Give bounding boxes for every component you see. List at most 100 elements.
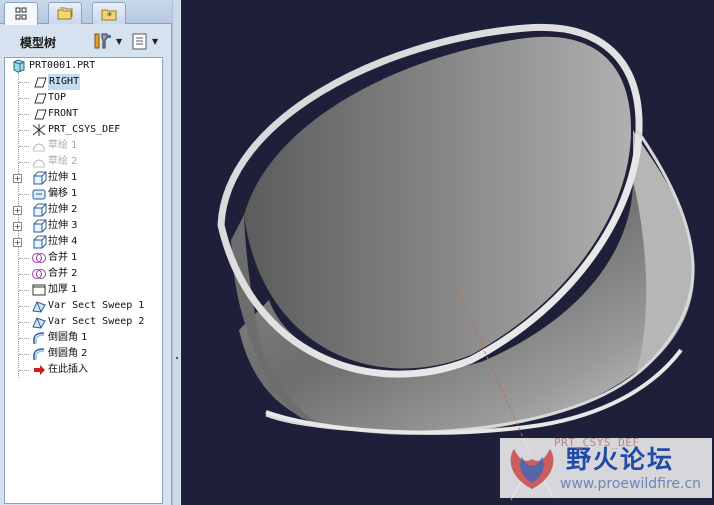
tree-item-label: 倒圆角 1 [48,332,88,343]
tree-item-label: 草绘 2 [48,156,78,167]
tree-item-label: 加厚 1 [48,284,78,295]
tree-connector [19,146,29,147]
csys-icon [32,124,46,136]
model-tree-panel: * 模型树 ▼ ▼ PRT0001.PRT RIGHT TOP FRONT PR… [0,0,172,505]
tree-item-label: TOP [48,92,67,103]
tree-connector [19,98,29,99]
tree-item[interactable]: Var Sect Sweep 2 [5,314,162,330]
tree-connector [19,338,29,339]
model-tree-title: 模型树 [20,36,57,50]
tree-item[interactable]: RIGHT [5,74,162,90]
tree-item-label: 合并 2 [48,268,78,279]
show-options-button[interactable]: ▼ [130,30,158,52]
sketch-icon [32,143,46,152]
tree-item[interactable]: Var Sect Sweep 1 [5,298,162,314]
model-tree: PRT0001.PRT RIGHT TOP FRONT PRT_CSYS_DEF 草绘 … [4,57,163,504]
tree-item[interactable]: + 拉伸 2 [5,202,162,218]
graphics-viewport[interactable]: 野火论坛 www.proewildfire.cn PRT_CSYS_DEF [181,0,714,505]
tree-item[interactable]: 在此插入 [5,362,162,378]
tree-item[interactable]: PRT_CSYS_DEF [5,122,162,138]
var-sect-sweep-icon [32,317,46,329]
watermark-url: www.proewildfire.cn [560,476,702,492]
navigator-tabbar: * [0,0,172,25]
tree-connector [19,354,29,355]
svg-text:*: * [107,11,112,22]
tree-item[interactable]: 合并 1 [5,250,162,266]
thicken-icon [32,284,46,296]
tree-settings-button[interactable]: ▼ [92,30,122,52]
chevron-down-icon: ▼ [116,36,123,46]
extrude-icon [33,171,47,185]
tree-item[interactable]: 合并 2 [5,266,162,282]
list-settings-icon [132,33,147,50]
tree-item[interactable]: 倒圆角 2 [5,346,162,362]
tree-item[interactable]: FRONT [5,106,162,122]
tree-item-label: 倒圆角 2 [48,348,88,359]
folder-browser-tab[interactable] [48,2,82,24]
insert-here-arrow-icon [34,365,45,375]
extrude-icon [33,203,47,217]
round-icon [33,348,45,360]
expand-toggle[interactable]: + [13,206,22,215]
expand-toggle[interactable]: + [13,222,22,231]
tree-connector [19,114,29,115]
tree-item-label: PRT_CSYS_DEF [48,124,121,135]
favorites-tab[interactable]: * [92,2,126,24]
star-folder-icon: * [101,9,117,22]
datum-plane-icon [34,109,47,120]
part-icon [13,59,25,73]
tree-connector [19,258,29,259]
tree-item-label: 在此插入 [48,364,88,375]
tree-connector [19,322,29,323]
chevron-down-icon: ▼ [152,36,159,46]
tree-connector [19,306,29,307]
tree-item-label: RIGHT [48,74,81,90]
panel-splitter[interactable] [172,0,180,505]
mobius-band-model[interactable] [181,0,714,505]
tree-item-label: 拉伸 4 [48,236,78,247]
tree-connector [19,290,29,291]
tree-item[interactable]: TOP [5,90,162,106]
tree-connector [19,130,29,131]
round-icon [33,332,45,344]
tree-item[interactable]: + 拉伸 4 [5,234,162,250]
tree-item[interactable]: 草绘 1 [5,138,162,154]
splitter-grip [176,357,178,359]
tree-item[interactable]: 加厚 1 [5,282,162,298]
tree-item[interactable]: 倒圆角 1 [5,330,162,346]
tree-connector [19,274,29,275]
extrude-icon [33,235,47,249]
merge-icon [32,253,46,263]
tree-root-label: PRT0001.PRT [29,60,96,71]
tree-connector [19,370,29,371]
tree-root[interactable]: PRT0001.PRT [5,58,162,74]
wildfire-logo-icon [510,449,554,489]
tree-item-label: 拉伸 2 [48,204,78,215]
tree-item-label: 合并 1 [48,252,78,263]
datum-plane-icon [34,77,47,88]
tree-item-label: Var Sect Sweep 1 [48,300,145,311]
tree-connector [19,194,29,195]
tree-item-label: 偏移 1 [48,188,78,199]
tree-item-label: 拉伸 3 [48,220,78,231]
sketch-icon [32,159,46,168]
tree-item-label: Var Sect Sweep 2 [48,316,145,327]
expand-toggle[interactable]: + [13,174,22,183]
tree-item-label: 拉伸 1 [48,172,78,183]
tree-item[interactable]: 草绘 2 [5,154,162,170]
tree-item-label: 草绘 1 [48,140,78,151]
var-sect-sweep-icon [32,301,46,313]
datum-plane-icon [34,93,47,104]
model-tree-tab[interactable] [4,2,38,25]
folders-icon [57,7,73,19]
tree-item-label: FRONT [48,108,79,119]
tree-connector [19,82,29,83]
tree-item[interactable]: 偏移 1 [5,186,162,202]
tree-connector [19,162,29,163]
model-tree-toolbar: 模型树 ▼ ▼ [0,26,172,56]
tools-icon [94,33,111,49]
tree-item[interactable]: + 拉伸 1 [5,170,162,186]
tree-item[interactable]: + 拉伸 3 [5,218,162,234]
extrude-icon [33,219,47,233]
expand-toggle[interactable]: + [13,238,22,247]
